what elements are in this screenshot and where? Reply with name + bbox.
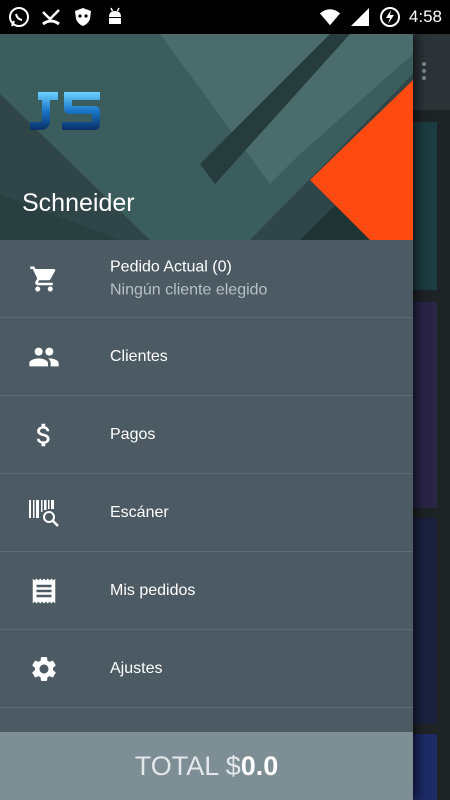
whatsapp-icon bbox=[8, 6, 30, 28]
background-card bbox=[413, 734, 437, 800]
menu-item-ajustes[interactable]: Ajustes bbox=[0, 630, 413, 708]
menu-item-label: Pedido Actual (0) bbox=[110, 258, 232, 275]
barcode-scan-icon bbox=[28, 497, 60, 529]
total-label: TOTAL $ bbox=[134, 750, 241, 781]
drawer-menu: Pedido Actual (0) Ningún cliente elegido… bbox=[0, 240, 413, 708]
shield-icon bbox=[72, 6, 94, 28]
receipt-icon bbox=[28, 575, 60, 607]
navigation-drawer: Schneider Pedido Actual (0) Ningún clien… bbox=[0, 34, 413, 800]
menu-item-label: Ajustes bbox=[110, 659, 163, 677]
total-amount: 0.0 bbox=[240, 750, 279, 781]
background-card bbox=[413, 122, 437, 290]
menu-item-label: Pagos bbox=[110, 425, 156, 443]
menu-item-label: Escáner bbox=[110, 503, 169, 521]
menu-item-label: Mis pedidos bbox=[110, 581, 196, 599]
background-card bbox=[413, 302, 437, 508]
user-name: Schneider bbox=[22, 189, 135, 217]
menu-item-clientes[interactable]: Clientes bbox=[0, 318, 413, 396]
battery-charging-icon bbox=[379, 6, 401, 28]
drawer-header: Schneider bbox=[0, 34, 413, 240]
settings-icon bbox=[28, 653, 60, 685]
android-icon bbox=[104, 6, 126, 28]
menu-item-escaner[interactable]: Escáner bbox=[0, 474, 413, 552]
menu-item-label: Clientes bbox=[110, 347, 168, 365]
status-bar: 4:58 bbox=[0, 0, 450, 34]
background-card bbox=[413, 518, 437, 724]
more-options-icon[interactable] bbox=[422, 62, 428, 83]
menu-item-mis-pedidos[interactable]: Mis pedidos bbox=[0, 552, 413, 630]
wifi-icon bbox=[319, 6, 341, 28]
missed-call-icon bbox=[40, 6, 62, 28]
menu-item-pagos[interactable]: Pagos bbox=[0, 396, 413, 474]
menu-item-sublabel: Ningún cliente elegido bbox=[110, 281, 268, 298]
total-bar[interactable]: TOTAL $0.0 bbox=[0, 732, 413, 800]
app-logo bbox=[30, 92, 100, 130]
cell-signal-icon bbox=[349, 6, 371, 28]
cart-icon bbox=[28, 263, 60, 295]
people-icon bbox=[28, 341, 60, 373]
dollar-icon bbox=[28, 419, 60, 451]
clock: 4:58 bbox=[408, 7, 442, 26]
menu-item-pedido-actual[interactable]: Pedido Actual (0) Ningún cliente elegido bbox=[0, 240, 413, 318]
